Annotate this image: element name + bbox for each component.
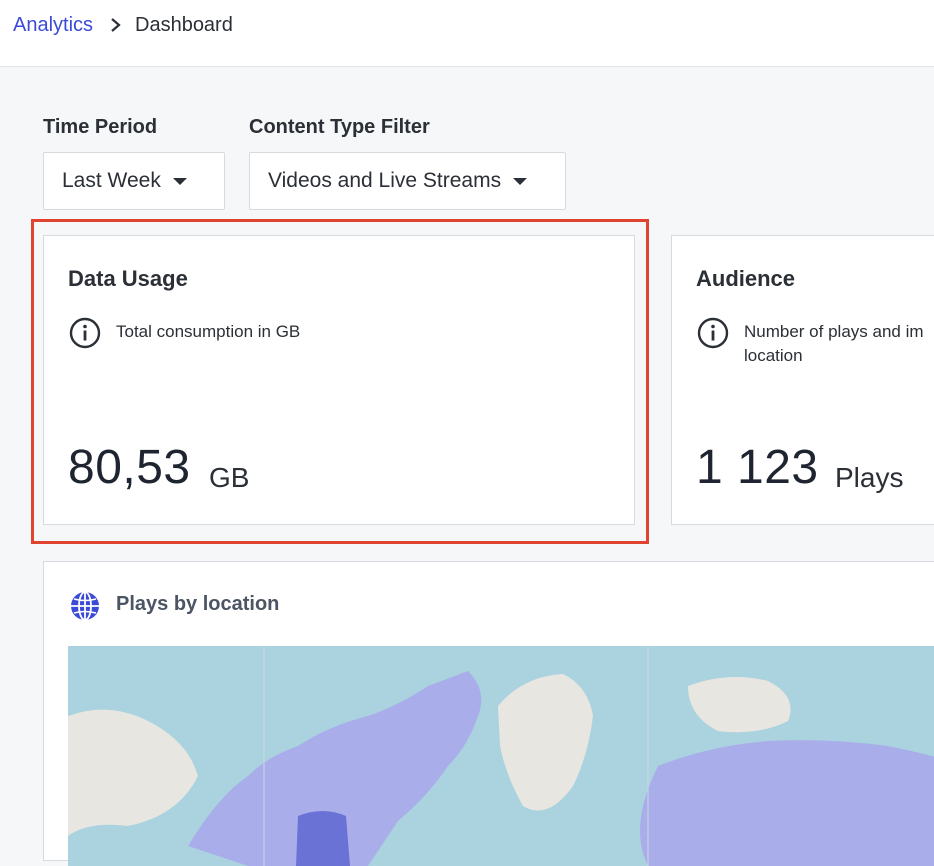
- data-usage-description: Total consumption in GB: [116, 322, 301, 341]
- plays-by-location-card: Plays by location: [43, 561, 934, 866]
- breadcrumb-current: Dashboard: [135, 14, 233, 36]
- data-usage-card: Data Usage Total consumption in GB 80,53…: [43, 235, 635, 525]
- content-type-label: Content Type Filter: [249, 116, 430, 138]
- content-type-select[interactable]: Videos and Live Streams: [249, 152, 566, 210]
- audience-card: Audience Number of plays and im location…: [671, 235, 934, 525]
- info-icon: [69, 317, 101, 349]
- info-icon: [697, 317, 729, 349]
- world-map-graphic: [68, 646, 934, 866]
- time-period-select[interactable]: Last Week: [43, 152, 225, 210]
- content-type-value: Videos and Live Streams: [268, 169, 502, 192]
- chevron-right-icon: [111, 18, 121, 32]
- map-title: Plays by location: [116, 593, 280, 615]
- caret-down-icon: [513, 177, 528, 185]
- audience-unit: Plays: [835, 462, 904, 493]
- data-usage-value: 80,53: [68, 441, 191, 494]
- globe-icon: [71, 591, 99, 621]
- audience-description: Number of plays and im location: [744, 322, 924, 365]
- top-bar: Analytics Dashboard: [0, 0, 934, 67]
- data-usage-title: Data Usage: [68, 266, 188, 291]
- world-map[interactable]: [68, 646, 934, 866]
- data-usage-unit: GB: [209, 462, 250, 493]
- audience-value: 1 123: [696, 441, 819, 494]
- time-period-value: Last Week: [62, 169, 161, 192]
- breadcrumb-analytics-link[interactable]: Analytics: [13, 13, 93, 37]
- time-period-label: Time Period: [43, 116, 158, 138]
- audience-title: Audience: [696, 266, 796, 291]
- caret-down-icon: [172, 177, 187, 185]
